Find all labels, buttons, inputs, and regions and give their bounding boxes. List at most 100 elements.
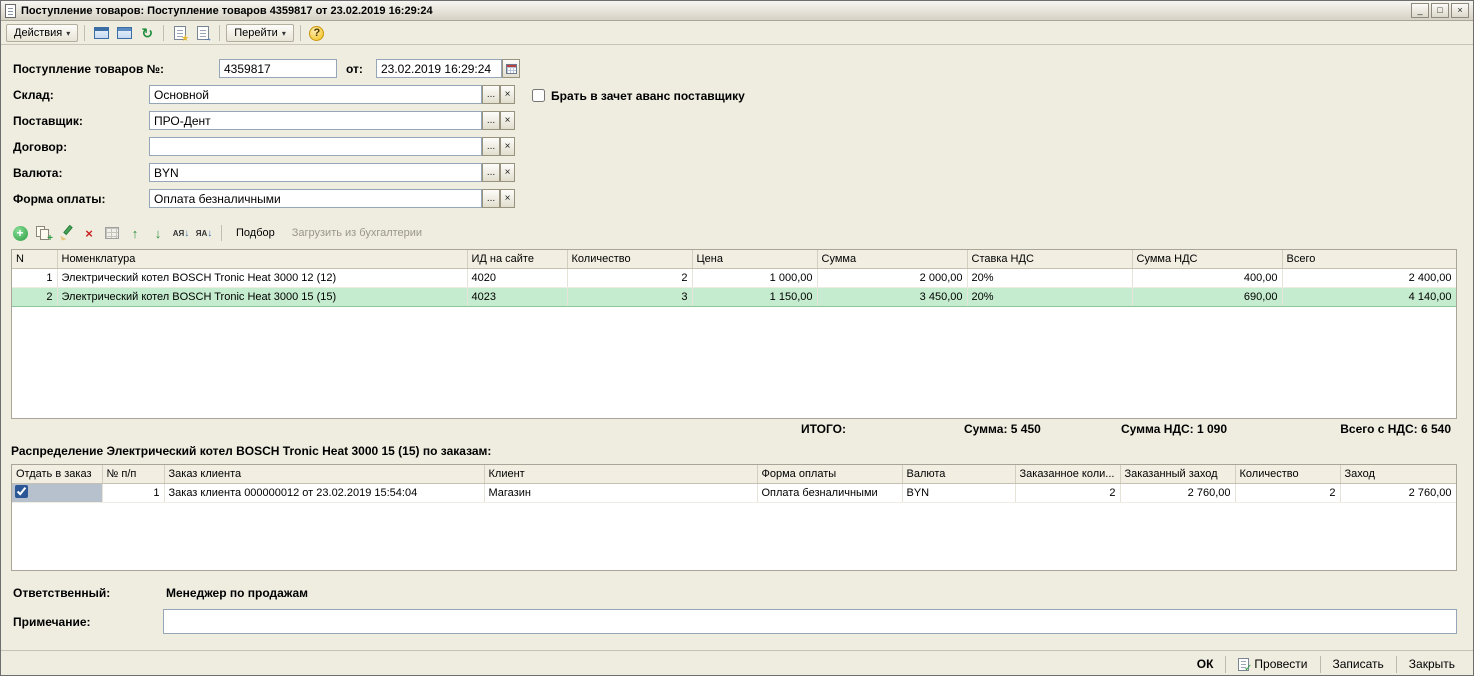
cell[interactable]: 1 [102, 483, 164, 502]
cell[interactable]: 4 140,00 [1282, 287, 1456, 306]
doc-number-input[interactable] [219, 59, 337, 78]
cell[interactable]: 2 760,00 [1340, 483, 1456, 502]
column-header[interactable]: Цена [692, 250, 817, 268]
document-arrow-icon[interactable]: → [193, 23, 213, 43]
payment-clear-button[interactable]: × [500, 189, 515, 208]
cell[interactable]: 2 [1235, 483, 1340, 502]
cell[interactable]: 2 [567, 268, 692, 287]
cell[interactable]: 1 000,00 [692, 268, 817, 287]
move-down-icon[interactable]: ↓ [149, 224, 167, 242]
help-icon[interactable]: ? [307, 23, 327, 43]
write-button[interactable]: Записать [1325, 654, 1392, 674]
cell[interactable]: Оплата безналичными [757, 483, 902, 502]
contract-clear-button[interactable]: × [500, 137, 515, 156]
pick-button[interactable]: Подбор [230, 225, 281, 241]
close-form-button[interactable]: Закрыть [1401, 654, 1463, 674]
form-panel-icon[interactable] [114, 23, 134, 43]
cell[interactable]: Заказ клиента 000000012 от 23.02.2019 15… [164, 483, 484, 502]
cell[interactable]: 2 [12, 287, 57, 306]
cell[interactable]: 2 760,00 [1120, 483, 1235, 502]
column-header[interactable]: Отдать в заказ [12, 465, 102, 483]
delete-row-icon[interactable]: × [80, 224, 98, 242]
cell[interactable]: 1 150,00 [692, 287, 817, 306]
warehouse-input[interactable] [149, 85, 482, 104]
cell[interactable]: 1 [12, 268, 57, 287]
ok-button[interactable]: ОК [1189, 654, 1222, 674]
cell[interactable]: 3 [567, 287, 692, 306]
chevron-down-icon: ▾ [282, 29, 286, 38]
column-header[interactable]: Заказ клиента [164, 465, 484, 483]
cell[interactable]: Электрический котел BOSCH Tronic Heat 30… [57, 287, 467, 306]
cell[interactable]: 2 000,00 [817, 268, 967, 287]
note-input[interactable] [163, 609, 1457, 634]
column-header[interactable]: Клиент [484, 465, 757, 483]
minimize-button[interactable]: _ [1411, 3, 1429, 18]
sort-descending-icon[interactable]: ЯА↓ [195, 224, 213, 242]
column-header[interactable]: Номенклатура [57, 250, 467, 268]
supplier-choose-button[interactable]: ... [482, 111, 500, 130]
maximize-button[interactable]: □ [1431, 3, 1449, 18]
supplier-label: Поставщик: [13, 114, 83, 128]
table-row[interactable]: 1 Заказ клиента 000000012 от 23.02.2019 … [12, 483, 1456, 502]
column-header[interactable]: ИД на сайте [467, 250, 567, 268]
column-header[interactable]: N [12, 250, 57, 268]
column-header[interactable]: Всего [1282, 250, 1456, 268]
column-header[interactable]: Заказанный заход [1120, 465, 1235, 483]
column-header[interactable]: Заход [1340, 465, 1456, 483]
contract-choose-button[interactable]: ... [482, 137, 500, 156]
cell[interactable]: 400,00 [1132, 268, 1282, 287]
warehouse-choose-button[interactable]: ... [482, 85, 500, 104]
column-header[interactable]: Сумма НДС [1132, 250, 1282, 268]
refresh-icon[interactable]: ↻ [137, 23, 157, 43]
contract-input[interactable] [149, 137, 482, 156]
column-header[interactable]: Форма оплаты [757, 465, 902, 483]
advance-checkbox[interactable] [532, 89, 545, 102]
column-header[interactable]: Валюта [902, 465, 1015, 483]
cell[interactable]: 20% [967, 287, 1132, 306]
currency-choose-button[interactable]: ... [482, 163, 500, 182]
post-button[interactable]: ✓ Провести [1230, 654, 1315, 674]
doc-date-input[interactable] [376, 59, 502, 78]
actions-menu-button[interactable]: Действия ▾ [6, 24, 78, 42]
column-header[interactable]: № п/п [102, 465, 164, 483]
move-up-icon[interactable]: ↑ [126, 224, 144, 242]
add-row-icon[interactable]: + [11, 224, 29, 242]
cell[interactable]: 2 [1015, 483, 1120, 502]
payment-form-input[interactable] [149, 189, 482, 208]
list-panel-icon[interactable] [91, 23, 111, 43]
cell[interactable]: 3 450,00 [817, 287, 967, 306]
table-row-selected[interactable]: 2 Электрический котел BOSCH Tronic Heat … [12, 287, 1456, 306]
cell[interactable]: 4020 [467, 268, 567, 287]
supplier-clear-button[interactable]: × [500, 111, 515, 130]
cell[interactable]: Магазин [484, 483, 757, 502]
copy-row-icon[interactable]: + [34, 224, 52, 242]
responsible-value[interactable]: Менеджер по продажам [166, 586, 308, 600]
currency-input[interactable] [149, 163, 482, 182]
cell[interactable]: Электрический котел BOSCH Tronic Heat 30… [57, 268, 467, 287]
grid-settings-icon[interactable] [103, 224, 121, 242]
supplier-input[interactable] [149, 111, 482, 130]
load-from-accounting-button[interactable]: Загрузить из бухгалтерии [286, 225, 428, 241]
document-star-icon[interactable]: ★ [170, 23, 190, 43]
cell[interactable]: 20% [967, 268, 1132, 287]
cell[interactable]: 4023 [467, 287, 567, 306]
warehouse-clear-button[interactable]: × [500, 85, 515, 104]
column-header[interactable]: Ставка НДС [967, 250, 1132, 268]
close-button[interactable]: × [1451, 3, 1469, 18]
edit-row-icon[interactable] [57, 224, 75, 242]
goto-menu-button[interactable]: Перейти ▾ [226, 24, 294, 42]
payment-choose-button[interactable]: ... [482, 189, 500, 208]
cell[interactable]: BYN [902, 483, 1015, 502]
column-header[interactable]: Заказанное коли... [1015, 465, 1120, 483]
calendar-button[interactable] [502, 59, 520, 78]
column-header[interactable]: Количество [1235, 465, 1340, 483]
cell[interactable]: 690,00 [1132, 287, 1282, 306]
sort-ascending-icon[interactable]: АЯ↓ [172, 224, 190, 242]
cell[interactable]: 2 400,00 [1282, 268, 1456, 287]
currency-clear-button[interactable]: × [500, 163, 515, 182]
column-header[interactable]: Количество [567, 250, 692, 268]
column-header[interactable]: Сумма [817, 250, 967, 268]
give-to-order-cell[interactable] [12, 483, 102, 502]
table-row[interactable]: 1 Электрический котел BOSCH Tronic Heat … [12, 268, 1456, 287]
give-to-order-checkbox[interactable] [15, 485, 28, 498]
